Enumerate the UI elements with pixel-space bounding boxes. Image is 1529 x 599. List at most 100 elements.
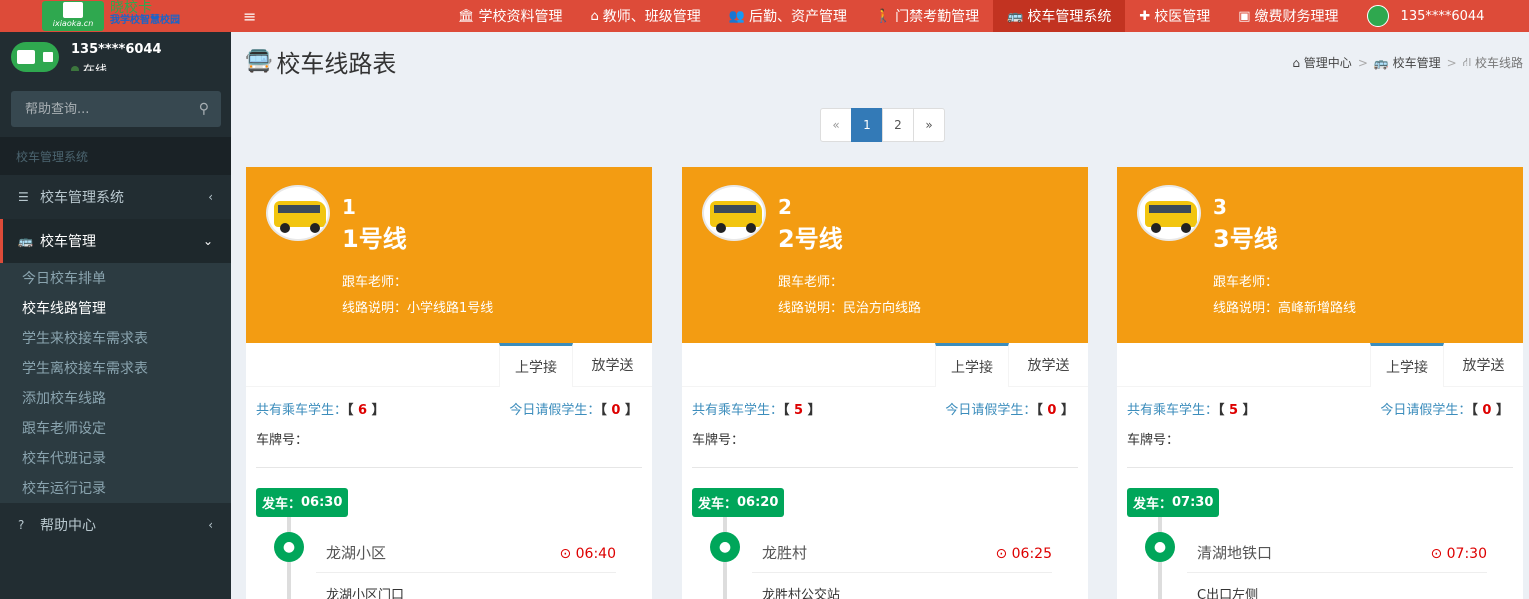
- plate-number: 车牌号：: [1127, 433, 1180, 448]
- route-card-header: 1 1号线 跟车老师： 线路说明：小学线路1号线: [246, 167, 652, 343]
- chevron-down-icon: ⌄: [202, 234, 213, 248]
- route-teacher: 跟车老师：: [1213, 275, 1279, 290]
- stop-description: C出口左侧: [1197, 588, 1259, 599]
- list-icon: ☰: [18, 190, 29, 204]
- leave-count: 今日请假学生：【 0 】: [1380, 403, 1509, 418]
- search-icon[interactable]: ⚲: [199, 101, 209, 117]
- route-card-header: 2 2号线 跟车老师： 线路说明：民治方向线路: [682, 167, 1088, 343]
- submenu-teacher-setting[interactable]: 跟车老师设定: [0, 413, 231, 443]
- topnav-logistics[interactable]: 👥 后勤、资产管理: [715, 0, 861, 32]
- topnav-clinic[interactable]: ✚ 校医管理: [1125, 0, 1224, 32]
- logo-mark: ixiaoka.cn: [42, 1, 104, 31]
- stop-time: ⊙ 06:40: [559, 546, 616, 562]
- stop-name: 龙湖小区: [326, 544, 387, 562]
- riders-count: 共有乘车学生：【 5 】: [692, 403, 821, 418]
- route-description: 线路说明：小学线路1号线: [342, 301, 494, 316]
- submenu-substitute-records[interactable]: 校车代班记录: [0, 443, 231, 473]
- stop-time: ⊙ 06:25: [995, 546, 1052, 562]
- submenu-route-management[interactable]: 校车线路管理: [0, 293, 231, 323]
- submenu-pickup-demand[interactable]: 学生来校接车需求表: [0, 323, 231, 353]
- topnav-teacher-class[interactable]: ⌂ 教师、班级管理: [577, 0, 715, 32]
- stop-item: 清湖地铁口 ⊙ 07:30 C出口左侧: [1187, 532, 1487, 599]
- breadcrumb: ⌂ 管理中心 > 🚌 校车管理 > ⛙ 校车线路: [1292, 54, 1523, 71]
- stop-description: 龙胜村公交站: [762, 588, 841, 599]
- user-menu[interactable]: 135****6044: [1366, 5, 1485, 27]
- sidebar-section-header: 校车管理系统: [0, 137, 231, 175]
- route-number: 2: [778, 195, 792, 219]
- road-icon: ⛙: [1462, 54, 1475, 69]
- stop-name: 清湖地铁口: [1197, 544, 1273, 562]
- pagination-page-1[interactable]: 1: [851, 108, 883, 142]
- tab-dropoff[interactable]: 放学送: [573, 343, 652, 387]
- user-panel: 135****6044 在线: [0, 32, 231, 84]
- user-phone: 135****6044: [1400, 8, 1485, 24]
- sidebar-item-bus-system[interactable]: ☰ 校车管理系统 ‹: [0, 175, 231, 219]
- breadcrumb-home[interactable]: 管理中心: [1304, 54, 1352, 71]
- submenu-today-schedule[interactable]: 今日校车排单: [0, 263, 231, 293]
- person-icon: 🚶: [874, 8, 892, 24]
- clock-icon: ⊙: [1430, 546, 1447, 562]
- leave-count: 今日请假学生：【 0 】: [509, 403, 638, 418]
- riders-count: 共有乘车学生：【 5 】: [1127, 403, 1256, 418]
- submenu-add-route[interactable]: 添加校车线路: [0, 383, 231, 413]
- logo[interactable]: ixiaoka.cn 晓校卡 我学校智慧校园: [0, 0, 231, 32]
- breadcrumb-current: 校车线路: [1474, 56, 1523, 70]
- route-description: 线路说明：民治方向线路: [778, 301, 922, 316]
- route-card: 3 3号线 跟车老师： 线路说明：高峰新增路线 上学接 放学送 共有乘车学生：【…: [1117, 167, 1523, 599]
- route-teacher: 跟车老师：: [778, 275, 844, 290]
- hamburger-icon[interactable]: ≡: [243, 7, 273, 26]
- submenu-dropoff-demand[interactable]: 学生离校接车需求表: [0, 353, 231, 383]
- topnav-finance[interactable]: ▣ 缴费财务理理: [1224, 0, 1352, 32]
- help-search-input[interactable]: [25, 101, 195, 117]
- tab-dropoff[interactable]: 放学送: [1444, 343, 1523, 387]
- question-icon: ?: [18, 518, 25, 532]
- tab-pickup[interactable]: 上学接: [1370, 343, 1444, 387]
- riders-count: 共有乘车学生：【 6 】: [256, 403, 385, 418]
- stop-item: 龙胜村 ⊙ 06:25 龙胜村公交站: [752, 532, 1052, 599]
- depart-badge: 发车： 06:30: [256, 488, 349, 517]
- status-dot-icon: [71, 66, 79, 71]
- sidebar-item-help[interactable]: ? 帮助中心 ‹: [0, 503, 231, 547]
- route-tabs: 上学接 放学送: [682, 343, 1088, 387]
- bank-icon: 🏛: [458, 8, 475, 24]
- sidebar-item-bus-management[interactable]: 🚌 校车管理 ⌄: [0, 219, 231, 263]
- chevron-left-icon: ‹: [208, 518, 213, 532]
- map-marker-icon: ●: [274, 532, 304, 562]
- users-icon: 👥: [728, 8, 745, 24]
- topnav-school-data[interactable]: 🏛 学校资料管理: [444, 0, 577, 32]
- plate-number: 车牌号：: [256, 433, 309, 448]
- bus-icon: 🚌: [18, 234, 33, 248]
- pagination-prev[interactable]: «: [820, 108, 852, 142]
- tab-pickup[interactable]: 上学接: [935, 343, 1009, 387]
- submenu-run-records[interactable]: 校车运行记录: [0, 473, 231, 503]
- top-navbar: ixiaoka.cn 晓校卡 我学校智慧校园 ≡ 🏛 学校资料管理 ⌂ 教师、班级管…: [0, 0, 1529, 32]
- route-card: 1 1号线 跟车老师： 线路说明：小学线路1号线 上学接 放学送 共有乘车学生：…: [246, 167, 652, 599]
- stop-item: 龙湖小区 ⊙ 06:40 龙湖小区门口: [316, 532, 616, 599]
- pagination-next[interactable]: »: [913, 108, 945, 142]
- pagination-page-2[interactable]: 2: [882, 108, 914, 142]
- stop-time: ⊙ 07:30: [1430, 546, 1487, 562]
- plate-number: 车牌号：: [692, 433, 745, 448]
- clock-icon: ⊙: [995, 546, 1012, 562]
- breadcrumb-bus[interactable]: 校车管理: [1393, 54, 1441, 71]
- plus-icon: ✚: [1139, 8, 1151, 24]
- map-marker-icon: ●: [1145, 532, 1175, 562]
- tab-dropoff[interactable]: 放学送: [1009, 343, 1088, 387]
- route-name: 3号线: [1213, 225, 1278, 253]
- sidebar-submenu: 今日校车排单 校车线路管理 学生来校接车需求表 学生离校接车需求表 添加校车线路…: [0, 263, 231, 503]
- map-marker-icon: ●: [710, 532, 740, 562]
- id-card-icon: ▣: [1238, 8, 1251, 24]
- topnav-access-control[interactable]: 🚶 门禁考勤管理: [861, 0, 993, 32]
- logo-subtitle: 我学校智慧校园: [110, 14, 180, 26]
- leave-count: 今日请假学生：【 0 】: [945, 403, 1074, 418]
- home-icon: ⌂: [1292, 55, 1304, 70]
- route-number: 1: [342, 195, 356, 219]
- avatar: [1366, 5, 1389, 27]
- tab-pickup[interactable]: 上学接: [499, 343, 573, 387]
- bus-image: [702, 185, 766, 241]
- route-name: 1号线: [342, 225, 407, 253]
- topnav-school-bus[interactable]: 🚌 校车管理系统: [993, 0, 1126, 32]
- page-title: 校车线路表: [276, 50, 397, 78]
- clock-icon: ⊙: [559, 546, 576, 562]
- route-name: 2号线: [778, 225, 843, 253]
